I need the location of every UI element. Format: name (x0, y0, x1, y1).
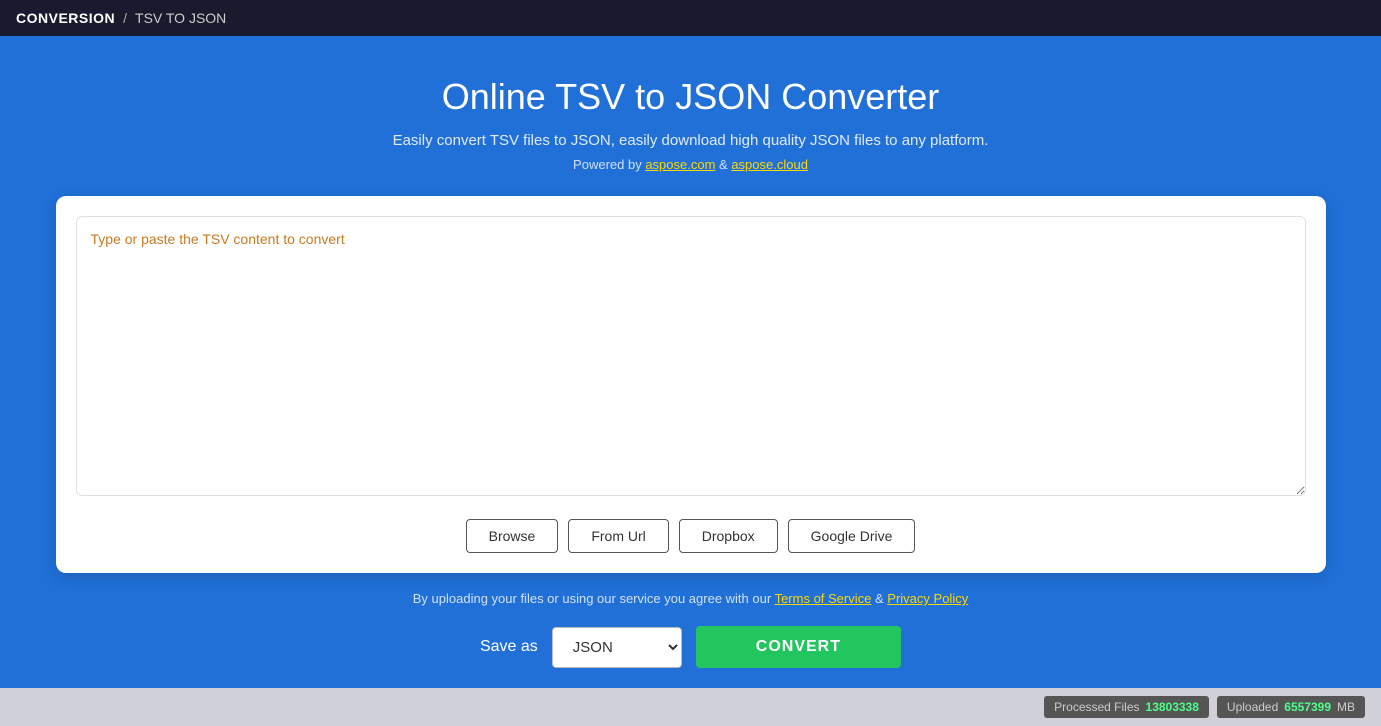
browse-button[interactable]: Browse (466, 519, 559, 553)
uploaded-label: Uploaded (1227, 700, 1278, 714)
breadcrumb-page: TSV TO JSON (135, 10, 226, 26)
footer-bar: Processed Files 13803338 Uploaded 655739… (0, 688, 1381, 726)
dropbox-button[interactable]: Dropbox (679, 519, 778, 553)
format-select[interactable]: JSON CSV XML HTML (552, 627, 682, 668)
uploaded-badge: Uploaded 6557399 MB (1217, 696, 1365, 718)
powered-by-prefix: Powered by (573, 157, 645, 172)
powered-by: Powered by aspose.com & aspose.cloud (573, 157, 808, 172)
processed-files-label: Processed Files (1054, 700, 1139, 714)
powered-by-mid: & (719, 157, 731, 172)
breadcrumb-separator: / (123, 10, 127, 26)
converter-card: Browse From Url Dropbox Google Drive (56, 196, 1326, 573)
subtitle: Easily convert TSV files to JSON, easily… (393, 132, 989, 149)
save-convert-row: Save as JSON CSV XML HTML CONVERT (480, 626, 901, 668)
from-url-button[interactable]: From Url (568, 519, 668, 553)
breadcrumb-brand: CONVERSION (16, 10, 115, 26)
aspose-com-link[interactable]: aspose.com (645, 157, 715, 172)
uploaded-value: 6557399 (1284, 700, 1331, 714)
processed-files-value: 13803338 (1146, 700, 1199, 714)
tos-link[interactable]: Terms of Service (775, 591, 872, 606)
file-source-buttons: Browse From Url Dropbox Google Drive (76, 519, 1306, 553)
page-title: Online TSV to JSON Converter (442, 76, 940, 118)
uploaded-unit: MB (1337, 700, 1355, 714)
main-content: Online TSV to JSON Converter Easily conv… (0, 36, 1381, 688)
top-bar: CONVERSION / TSV TO JSON (0, 0, 1381, 36)
terms-text: By uploading your files or using our ser… (413, 591, 968, 606)
aspose-cloud-link[interactable]: aspose.cloud (731, 157, 808, 172)
tsv-input[interactable] (76, 216, 1306, 496)
privacy-link[interactable]: Privacy Policy (887, 591, 968, 606)
terms-prefix: By uploading your files or using our ser… (413, 591, 775, 606)
processed-files-badge: Processed Files 13803338 (1044, 696, 1209, 718)
save-as-label: Save as (480, 638, 538, 656)
terms-amp: & (875, 591, 887, 606)
convert-button[interactable]: CONVERT (696, 626, 901, 668)
google-drive-button[interactable]: Google Drive (788, 519, 916, 553)
